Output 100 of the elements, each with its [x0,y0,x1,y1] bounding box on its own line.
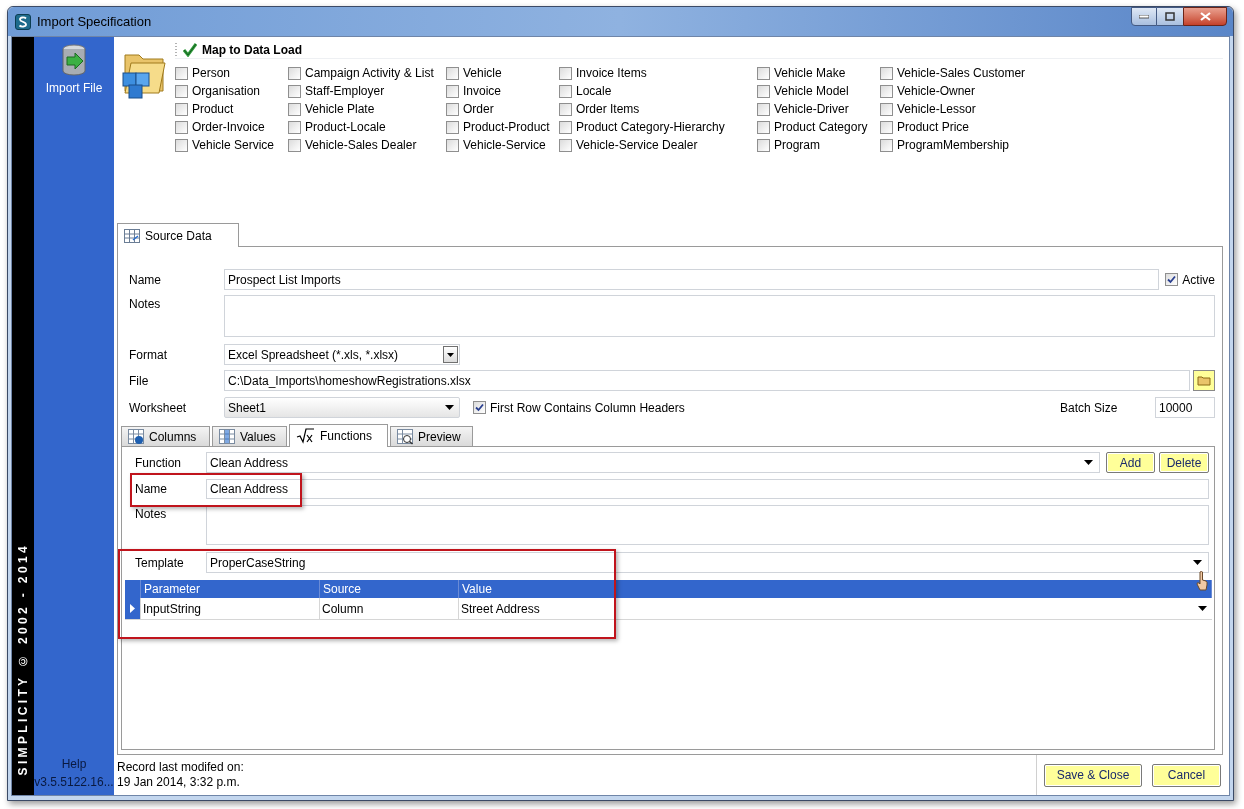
notes-field[interactable] [224,295,1215,337]
checkbox[interactable] [288,84,301,98]
checkbox[interactable] [175,120,188,134]
checkbox[interactable] [757,138,770,152]
checkbox[interactable] [175,102,188,116]
checkbox[interactable] [446,84,459,98]
tab[interactable]: Preview [390,426,473,447]
checkbox-label: Product Category-Hierarchy [576,119,725,136]
record-label: Record last modifed on: [117,760,244,775]
checkbox[interactable] [288,138,301,152]
row-indicator[interactable] [125,598,141,619]
checkbox[interactable] [1165,273,1179,286]
checkbox[interactable] [757,66,770,80]
checkbox[interactable] [559,102,572,116]
grid-icon [219,428,235,445]
checkbox[interactable] [175,84,188,98]
checkbox-label: Vehicle Model [774,83,849,100]
import-file-button[interactable]: Import File [45,43,103,97]
dropdown-arrow-icon [1084,460,1093,465]
checkbox[interactable] [473,401,486,414]
close-button[interactable] [1183,7,1227,26]
checkbox-label: Vehicle-Sales Dealer [305,137,417,154]
database-arrow-icon [59,43,89,79]
worksheet-dropdown[interactable]: Sheet1 [224,397,460,418]
checkbox-label: Active [1182,271,1215,289]
minimize-button[interactable] [1131,7,1157,26]
template-dropdown[interactable]: ProperCaseString [206,552,1209,573]
checkbox[interactable] [559,66,572,80]
table-cell: InputString [141,598,320,619]
tab[interactable]: Columns [121,426,210,447]
notes-field[interactable] [206,505,1209,545]
maximize-icon [1165,12,1175,21]
checkbox[interactable] [880,102,893,116]
checkbox-label: Vehicle-Driver [774,101,849,118]
field-label: Batch Size [1060,399,1119,417]
checkbox[interactable] [175,138,188,152]
dropdown-arrow-icon [1193,560,1202,565]
batch-size-field[interactable]: 10000 [1155,397,1215,418]
checkbox-label: Order Items [576,101,640,118]
checkmark-icon [183,42,197,57]
checkbox-label: Product Price [897,119,970,136]
browse-button[interactable] [1193,370,1215,391]
checkbox[interactable] [175,66,188,80]
checkbox-label: Campaign Activity & List [305,65,434,82]
checkbox[interactable] [880,66,893,80]
name-field[interactable]: Prospect List Imports [224,269,1160,290]
checkbox-label: Vehicle-Lessor [897,101,976,118]
checkbox-label: Product [192,101,234,118]
grid-info-icon [128,428,144,445]
version-text: v3.5.5122.16... [34,774,114,791]
name-field[interactable]: Clean Address [206,479,1209,499]
folder-icon [1197,375,1211,386]
tab[interactable]: Source Data [117,223,239,247]
checkbox[interactable] [880,138,893,152]
maximize-button[interactable] [1157,7,1183,26]
field-label: Function [135,454,183,472]
hand-cursor-icon [1196,571,1208,591]
checkbox[interactable] [757,84,770,98]
record-date: 19 Jan 2014, 3:32 p.m. [117,775,241,790]
window-title: Import Specification [37,12,152,31]
checkbox[interactable] [559,138,572,152]
checkbox-label: Staff-Employer [305,83,385,100]
checkbox-label: Program [774,137,820,154]
checkbox[interactable] [880,120,893,134]
button[interactable]: Cancel [1152,763,1221,787]
tab[interactable]: Values [212,426,287,447]
checkbox-label: Product-Locale [305,119,386,136]
checkbox-label: Invoice [463,83,502,100]
format-dropdown[interactable]: Excel Spreadsheet (*.xls, *.xlsx) [224,344,460,365]
checkbox[interactable] [757,120,770,134]
file-path-field[interactable]: C:\Data_Imports\homeshowRegistrations.xlsx [224,370,1190,391]
button[interactable]: Delete [1159,452,1209,473]
checkbox-label: Vehicle Make [774,65,846,82]
field-label: Name [135,481,168,498]
button[interactable]: Save & Close [1044,763,1142,787]
field-label: Notes [135,506,168,523]
checkbox[interactable] [880,84,893,98]
checkbox-label: Vehicle Service [192,137,275,154]
checkbox[interactable] [288,102,301,116]
button[interactable]: Add [1106,452,1155,473]
table-icon [124,228,140,243]
tab[interactable]: Functions [289,424,388,447]
checkbox[interactable] [288,120,301,134]
grid-magnifier-icon [397,428,413,445]
checkbox-label: First Row Contains Column Headers [490,399,685,417]
checkbox[interactable] [288,66,301,80]
checkbox[interactable] [446,66,459,80]
table-cell: Column [320,598,459,619]
checkbox[interactable] [559,84,572,98]
checkbox[interactable] [446,102,459,116]
app-logo-icon [15,13,31,30]
square-root-icon [296,428,315,444]
dropdown-arrow-icon [1198,606,1207,611]
function-dropdown[interactable]: Clean Address [206,452,1100,473]
field-label: Notes [129,296,162,313]
checkbox[interactable] [559,120,572,134]
checkbox[interactable] [446,138,459,152]
checkbox[interactable] [446,120,459,134]
checkbox-label: Organisation [192,83,261,100]
checkbox[interactable] [757,102,770,116]
